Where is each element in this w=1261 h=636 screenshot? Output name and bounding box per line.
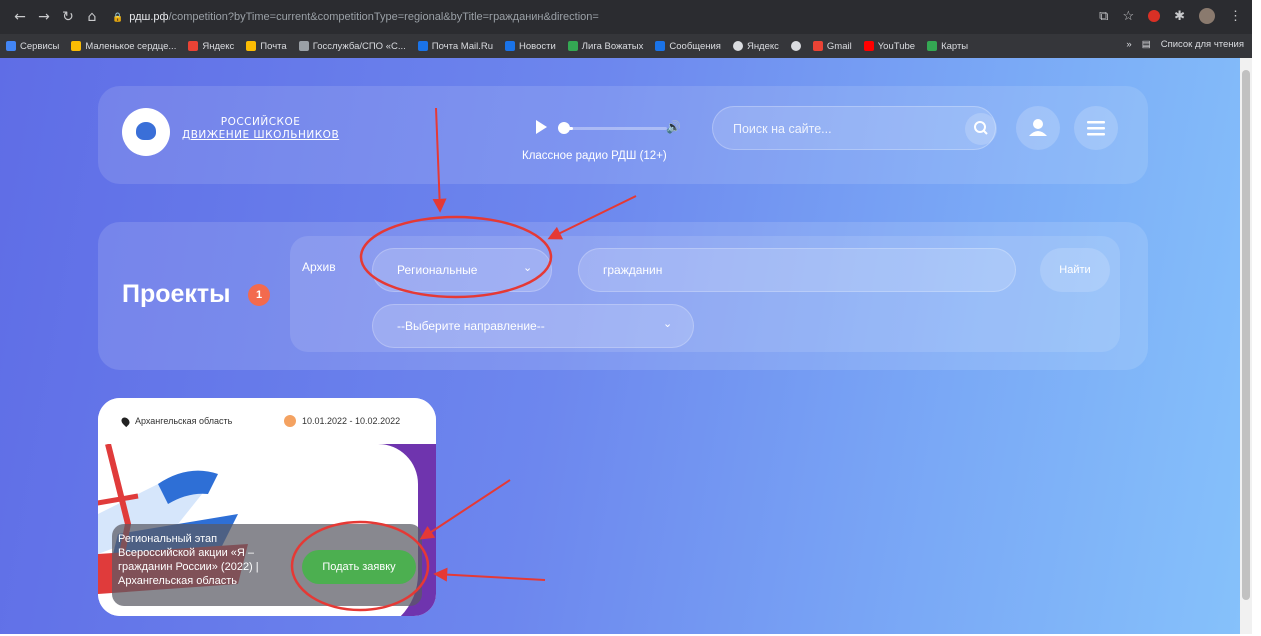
menu-button[interactable] (1074, 106, 1118, 150)
reload-icon[interactable]: ↻ (56, 9, 80, 25)
chevron-down-icon: ⌄ (523, 261, 533, 274)
site-search (712, 106, 997, 150)
bookmarks-right: » ▤ Список для чтения (1126, 39, 1244, 50)
page-scrollbar[interactable] (1240, 58, 1252, 634)
radio-label: Классное радио РДШ (12+) (522, 150, 667, 162)
volume-icon[interactable]: 🔊 (666, 120, 681, 134)
site-header: РОССИЙСКОЕ ДВИЖЕНИЕ ШКОЛЬНИКОВ 🔊 Классно… (98, 86, 1148, 184)
find-button[interactable]: Найти (1040, 248, 1110, 292)
bookmark[interactable]: Почта (246, 41, 287, 52)
profile-avatar[interactable] (1199, 8, 1215, 24)
reading-list-icon[interactable]: ▤ (1142, 39, 1151, 50)
user-icon (1029, 119, 1047, 136)
hamburger-icon (1087, 121, 1105, 136)
project-title[interactable]: Региональный этап Всероссийской акции «Я… (118, 532, 288, 588)
search-button[interactable] (965, 113, 997, 145)
status-dot-icon (284, 415, 296, 427)
bookmark[interactable]: Gmail (812, 41, 852, 52)
page-content: РОССИЙСКОЕ ДВИЖЕНИЕ ШКОЛЬНИКОВ 🔊 Классно… (0, 58, 1252, 634)
logo[interactable] (122, 108, 170, 156)
back-arrow-icon[interactable]: ← (8, 9, 32, 25)
radio-player: 🔊 (518, 114, 688, 144)
home-icon[interactable]: ⌂ (80, 9, 104, 25)
puzzle-icon[interactable]: ✱ (1174, 8, 1185, 24)
menu-dots-icon[interactable]: ⋮ (1229, 8, 1242, 24)
location-pin-icon (119, 415, 132, 427)
address-bar[interactable]: 🔒 рдш.рф /competition?byTime=current&com… (112, 6, 1112, 28)
competition-type-select[interactable]: Региональные ⌄ (372, 248, 552, 292)
share-icon[interactable]: ⧉ (1099, 8, 1108, 24)
bookmark[interactable]: Маленькое сердце... (71, 41, 176, 52)
lock-icon: 🔒 (112, 11, 124, 22)
count-badge: 1 (248, 284, 270, 306)
bookmark[interactable] (790, 41, 801, 51)
profile-button[interactable] (1016, 106, 1060, 150)
url-host: рдш.рф (129, 11, 169, 23)
bookmark[interactable]: Почта Mail.Ru (417, 41, 493, 52)
radio-progress[interactable] (562, 127, 667, 130)
more-bookmarks-button[interactable]: » (1126, 39, 1131, 50)
card-header: Архангельская область 10.01.2022 - 10.02… (98, 398, 436, 444)
reading-list-label[interactable]: Список для чтения (1161, 39, 1244, 50)
filter-panel: Архив Региональные ⌄ гражданин Найти --В… (290, 236, 1120, 352)
scrollbar-thumb[interactable] (1242, 70, 1250, 600)
chevron-down-icon: ⌄ (663, 317, 673, 330)
browser-window: ← → ↻ ⌂ 🔒 рдш.рф /competition?byTime=cur… (0, 0, 1252, 634)
card-region: Архангельская область (119, 415, 232, 427)
bookmark[interactable]: Карты (927, 41, 968, 52)
search-icon (974, 121, 988, 135)
archive-link[interactable]: Архив (302, 260, 336, 274)
bookmark[interactable]: Яндекс (732, 41, 779, 52)
extension-icon[interactable] (1148, 10, 1161, 22)
page-title: Проекты (122, 280, 231, 308)
bookmark[interactable]: Сервисы (6, 41, 59, 52)
search-input[interactable] (733, 119, 953, 139)
star-icon[interactable]: ☆ (1122, 8, 1134, 24)
bookmark[interactable]: YouTube (863, 41, 915, 52)
bookmark[interactable]: Новости (505, 41, 556, 52)
bookmark[interactable]: Госслужба/СПО «С... (298, 41, 406, 52)
card-caption: Региональный этап Всероссийской акции «Я… (112, 524, 422, 606)
bookmarks-bar: Сервисы Маленькое сердце... Яндекс Почта… (0, 34, 1252, 58)
title-search-field[interactable]: гражданин (578, 248, 1016, 292)
url-path: /competition?byTime=current&competitionT… (168, 11, 599, 23)
forward-arrow-icon[interactable]: → (32, 9, 56, 25)
progress-knob[interactable] (558, 122, 570, 134)
logo-text[interactable]: РОССИЙСКОЕ ДВИЖЕНИЕ ШКОЛЬНИКОВ (182, 116, 339, 142)
direction-select[interactable]: --Выберите направление-- ⌄ (372, 304, 694, 348)
apply-button[interactable]: Подать заявку (302, 550, 416, 584)
toolbar-actions: ⧉ ☆ ✱ ⋮ (1099, 8, 1242, 24)
project-card[interactable]: Архангельская область 10.01.2022 - 10.02… (98, 398, 436, 616)
play-icon[interactable] (536, 120, 547, 134)
card-dates: 10.01.2022 - 10.02.2022 (284, 415, 400, 427)
bookmark[interactable]: Сообщения (655, 41, 721, 52)
bookmark[interactable]: Лига Вожатых (567, 41, 643, 52)
bookmark[interactable]: Яндекс (188, 41, 234, 52)
projects-filter: Проекты 1 Архив Региональные ⌄ гражданин… (98, 222, 1148, 370)
browser-toolbar: ← → ↻ ⌂ 🔒 рдш.рф /competition?byTime=cur… (0, 0, 1252, 34)
